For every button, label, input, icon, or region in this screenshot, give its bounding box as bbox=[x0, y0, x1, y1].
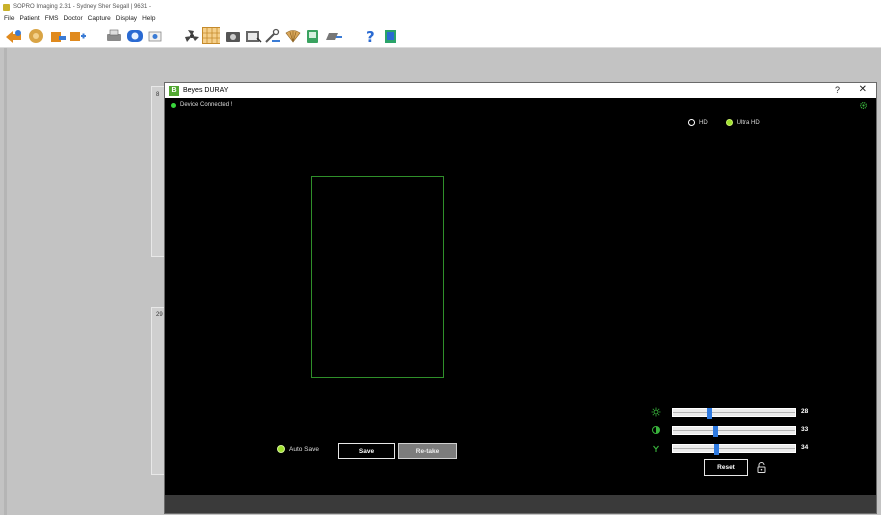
dialog-help-button[interactable]: ? bbox=[835, 85, 840, 95]
fan-icon[interactable] bbox=[183, 27, 201, 44]
contrast-value: 33 bbox=[801, 426, 809, 433]
reset-button[interactable]: Reset bbox=[704, 459, 748, 476]
brightness-slider-thumb[interactable] bbox=[707, 408, 712, 419]
fms-grid-icon[interactable] bbox=[202, 27, 220, 44]
workspace-edge bbox=[4, 48, 7, 515]
contrast-icon bbox=[652, 426, 660, 434]
dialog-close-button[interactable]: ✕ bbox=[859, 84, 867, 95]
dialog-footer bbox=[165, 495, 876, 513]
hd-label: HD bbox=[699, 119, 708, 126]
app-title-text: SOPRO Imaging 2.31 - Sydney Sher Segall … bbox=[13, 4, 151, 10]
patient-back-icon[interactable] bbox=[5, 27, 23, 44]
menu-capture[interactable]: Capture bbox=[88, 14, 111, 24]
hd-radio[interactable] bbox=[688, 119, 695, 126]
menu-patient[interactable]: Patient bbox=[19, 14, 39, 24]
dicom-icon[interactable] bbox=[126, 27, 144, 44]
dialog-title-bar: B Beyes DURAY ? ✕ bbox=[165, 83, 876, 98]
export-icon[interactable] bbox=[325, 27, 343, 44]
svg-text:?: ? bbox=[366, 28, 375, 44]
auto-save-radio[interactable] bbox=[277, 445, 285, 453]
patient-folder-icon[interactable] bbox=[27, 27, 45, 44]
beyes-logo-icon: B bbox=[169, 85, 179, 96]
resolution-options: HD Ultra HD bbox=[688, 119, 760, 126]
dialog-title: Beyes DURAY bbox=[183, 87, 229, 94]
settings-icon[interactable] bbox=[146, 27, 164, 44]
gamma-value: 34 bbox=[801, 444, 809, 451]
auto-save-toggle[interactable]: Auto Save bbox=[277, 445, 319, 453]
contrast-slider[interactable] bbox=[672, 426, 796, 437]
ultra-hd-radio[interactable] bbox=[725, 119, 733, 126]
menu-file[interactable]: File bbox=[4, 14, 14, 24]
auto-save-label: Auto Save bbox=[289, 445, 319, 453]
app-title-bar: SOPRO Imaging 2.31 - Sydney Sher Segall … bbox=[0, 0, 881, 14]
add-patient-icon[interactable] bbox=[69, 27, 87, 44]
background-slot-bottom-label: 29 bbox=[156, 312, 163, 318]
menu-help[interactable]: Help bbox=[142, 14, 155, 24]
brightness-icon bbox=[651, 407, 661, 417]
gamma-icon bbox=[653, 445, 659, 452]
status-dot-icon bbox=[171, 102, 176, 108]
scanner-icon[interactable] bbox=[304, 27, 322, 44]
device-status: Device Connected ! bbox=[171, 102, 232, 108]
contrast-slider-row: 33 bbox=[651, 424, 811, 437]
retake-button[interactable]: Re-take bbox=[398, 443, 457, 459]
capture-preview-frame bbox=[311, 176, 444, 378]
menu-fms[interactable]: FMS bbox=[45, 14, 59, 24]
image-import-icon[interactable] bbox=[244, 27, 262, 44]
device-status-text: Device Connected ! bbox=[180, 102, 233, 108]
gamma-slider[interactable] bbox=[672, 444, 796, 455]
unlock-icon[interactable] bbox=[757, 462, 766, 473]
ultra-hd-label: Ultra HD bbox=[736, 119, 760, 126]
background-slot-top-label: 8 bbox=[156, 92, 160, 98]
menu-display[interactable]: Display bbox=[116, 14, 137, 24]
save-button[interactable]: Save bbox=[338, 443, 395, 459]
menu-doctor[interactable]: Doctor bbox=[63, 14, 82, 24]
shell-icon[interactable] bbox=[284, 27, 302, 44]
camera-icon[interactable] bbox=[224, 27, 242, 44]
exit-icon[interactable] bbox=[382, 27, 400, 44]
print-icon[interactable] bbox=[105, 27, 123, 44]
tools-icon[interactable] bbox=[264, 27, 282, 44]
contrast-slider-thumb[interactable] bbox=[713, 426, 718, 437]
main-toolbar: ? bbox=[0, 24, 881, 48]
brightness-slider-row: 28 bbox=[651, 406, 811, 419]
gamma-slider-thumb[interactable] bbox=[714, 444, 719, 455]
brightness-value: 28 bbox=[801, 408, 809, 415]
menu-bar: File Patient FMS Doctor Capture Display … bbox=[0, 14, 881, 24]
help-icon[interactable]: ? bbox=[362, 27, 380, 44]
gear-icon[interactable] bbox=[859, 101, 868, 110]
patient-export-icon[interactable] bbox=[49, 27, 67, 44]
brightness-slider[interactable] bbox=[672, 408, 796, 419]
capture-dialog: B Beyes DURAY ? ✕ Device Connected ! HD … bbox=[164, 82, 877, 514]
app-logo-icon bbox=[3, 3, 10, 11]
gamma-slider-row: 34 bbox=[651, 442, 811, 455]
